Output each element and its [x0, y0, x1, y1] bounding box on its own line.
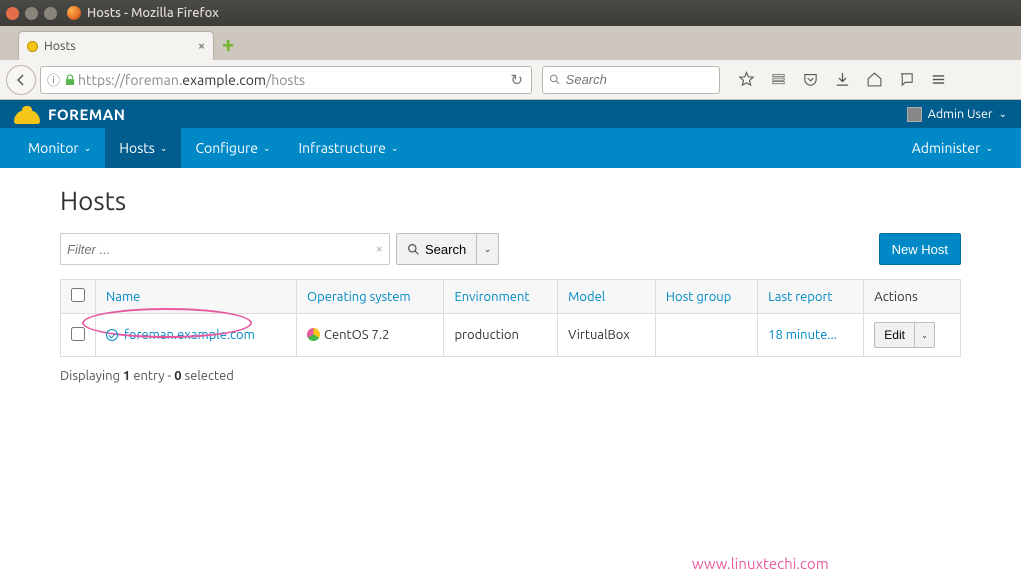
toolbar-icons [732, 66, 952, 94]
tab-strip: Hosts × + [0, 26, 1021, 60]
search-bar[interactable] [542, 66, 720, 94]
window-titlebar: Hosts - Mozilla Firefox [0, 0, 1021, 26]
url-prefix: foreman. [125, 72, 182, 88]
home-icon[interactable] [860, 66, 888, 94]
cell-os: CentOS 7.2 [297, 314, 444, 357]
table-header-row: Name Operating system Environment Model … [61, 280, 961, 314]
window-maximize-button[interactable] [44, 7, 57, 20]
filter-toolbar: × Search ⌄ New Host [60, 233, 961, 265]
back-button[interactable] [6, 65, 36, 95]
bookmark-star-icon[interactable] [732, 66, 760, 94]
firefox-icon [67, 6, 81, 20]
watermark: www.linuxtechi.com [692, 555, 829, 572]
search-button-group: Search ⌄ [396, 233, 499, 265]
reload-icon[interactable]: ↻ [510, 71, 523, 89]
new-tab-button[interactable]: + [222, 32, 234, 57]
chevron-down-icon: ⌄ [484, 244, 492, 255]
cell-actions: Edit ⌄ [864, 314, 961, 357]
os-icon [307, 328, 320, 341]
col-name[interactable]: Name [106, 290, 140, 304]
window-minimize-button[interactable] [25, 7, 38, 20]
edit-dropdown-button[interactable]: ⌄ [915, 322, 935, 348]
hosts-table: Name Operating system Environment Model … [60, 279, 961, 357]
downloads-icon[interactable] [828, 66, 856, 94]
url-bar[interactable]: ⓘ https://foreman.example.com/hosts ↻ [40, 66, 532, 94]
search-button[interactable]: Search [396, 233, 477, 265]
chevron-down-icon: ⌄ [263, 143, 271, 154]
browser-tab[interactable]: Hosts × [18, 31, 214, 60]
cell-name: foreman.example.com [96, 314, 297, 357]
favicon-icon [27, 41, 38, 52]
new-host-button[interactable]: New Host [879, 233, 961, 265]
url-text: https://foreman.example.com/hosts [78, 72, 506, 88]
cell-model: VirtualBox [558, 314, 656, 357]
last-report-link[interactable]: 18 minute... [768, 328, 837, 342]
clear-filter-icon[interactable]: × [376, 242, 383, 256]
library-icon[interactable] [764, 66, 792, 94]
arrow-left-icon [14, 73, 28, 87]
col-hostgroup[interactable]: Host group [666, 290, 731, 304]
select-all-checkbox[interactable] [71, 288, 85, 302]
col-env[interactable]: Environment [454, 290, 529, 304]
nav-infrastructure[interactable]: Infrastructure⌄ [285, 128, 413, 168]
info-icon[interactable]: ⓘ [47, 70, 60, 89]
col-model[interactable]: Model [568, 290, 605, 304]
col-actions: Actions [874, 290, 917, 304]
brand-bar: FOREMAN Admin User ⌄ [0, 100, 1021, 128]
nav-configure[interactable]: Configure⌄ [181, 128, 284, 168]
pocket-icon[interactable] [796, 66, 824, 94]
search-input[interactable] [566, 72, 713, 87]
avatar-icon [907, 107, 922, 122]
row-checkbox[interactable] [71, 327, 85, 341]
search-icon [549, 73, 561, 86]
col-lastreport[interactable]: Last report [768, 290, 832, 304]
table-row: foreman.example.com CentOS 7.2 productio… [61, 314, 961, 357]
nav-monitor[interactable]: Monitor⌄ [14, 128, 105, 168]
chevron-down-icon: ⌄ [999, 108, 1007, 120]
url-path: /hosts [266, 72, 305, 88]
cell-hostgroup [655, 314, 757, 357]
menu-icon[interactable] [924, 66, 952, 94]
edit-button[interactable]: Edit [874, 322, 915, 348]
close-tab-icon[interactable]: × [198, 39, 205, 53]
page-content: Hosts × Search ⌄ New Host Name Operating… [0, 168, 1021, 403]
cell-env: production [444, 314, 558, 357]
host-link[interactable]: foreman.example.com [124, 328, 255, 342]
search-icon [407, 243, 420, 256]
url-host: example.com [182, 72, 266, 88]
results-summary: Displaying 1 entry - 0 selected [60, 369, 961, 383]
foreman-logo-icon [14, 104, 40, 124]
nav-hosts[interactable]: Hosts⌄ [105, 128, 181, 168]
edit-button-group: Edit ⌄ [874, 322, 950, 348]
brand-name[interactable]: FOREMAN [48, 106, 126, 123]
nav-administer[interactable]: Administer⌄ [898, 128, 1007, 168]
chevron-down-icon: ⌄ [160, 143, 168, 154]
browser-toolbar: ⓘ https://foreman.example.com/hosts ↻ [0, 60, 1021, 100]
tab-title: Hosts [44, 39, 198, 53]
main-nav: Monitor⌄ Hosts⌄ Configure⌄ Infrastructur… [0, 128, 1021, 168]
user-name: Admin User [928, 107, 993, 121]
url-scheme: https:// [78, 72, 125, 88]
window-close-button[interactable] [6, 7, 19, 20]
lock-icon [65, 74, 75, 86]
window-controls [6, 7, 57, 20]
user-menu[interactable]: Admin User ⌄ [907, 107, 1007, 122]
chevron-down-icon: ⌄ [391, 143, 399, 154]
filter-input[interactable] [67, 242, 376, 257]
chat-icon[interactable] [892, 66, 920, 94]
page-title: Hosts [60, 186, 961, 215]
search-dropdown-button[interactable]: ⌄ [477, 233, 499, 265]
status-ok-icon [106, 329, 118, 341]
window-title: Hosts - Mozilla Firefox [87, 6, 219, 20]
chevron-down-icon: ⌄ [84, 143, 92, 154]
filter-box[interactable]: × [60, 233, 390, 265]
chevron-down-icon: ⌄ [985, 143, 993, 154]
chevron-down-icon: ⌄ [921, 331, 928, 340]
cell-lastreport: 18 minute... [758, 314, 864, 357]
col-os[interactable]: Operating system [307, 290, 411, 304]
